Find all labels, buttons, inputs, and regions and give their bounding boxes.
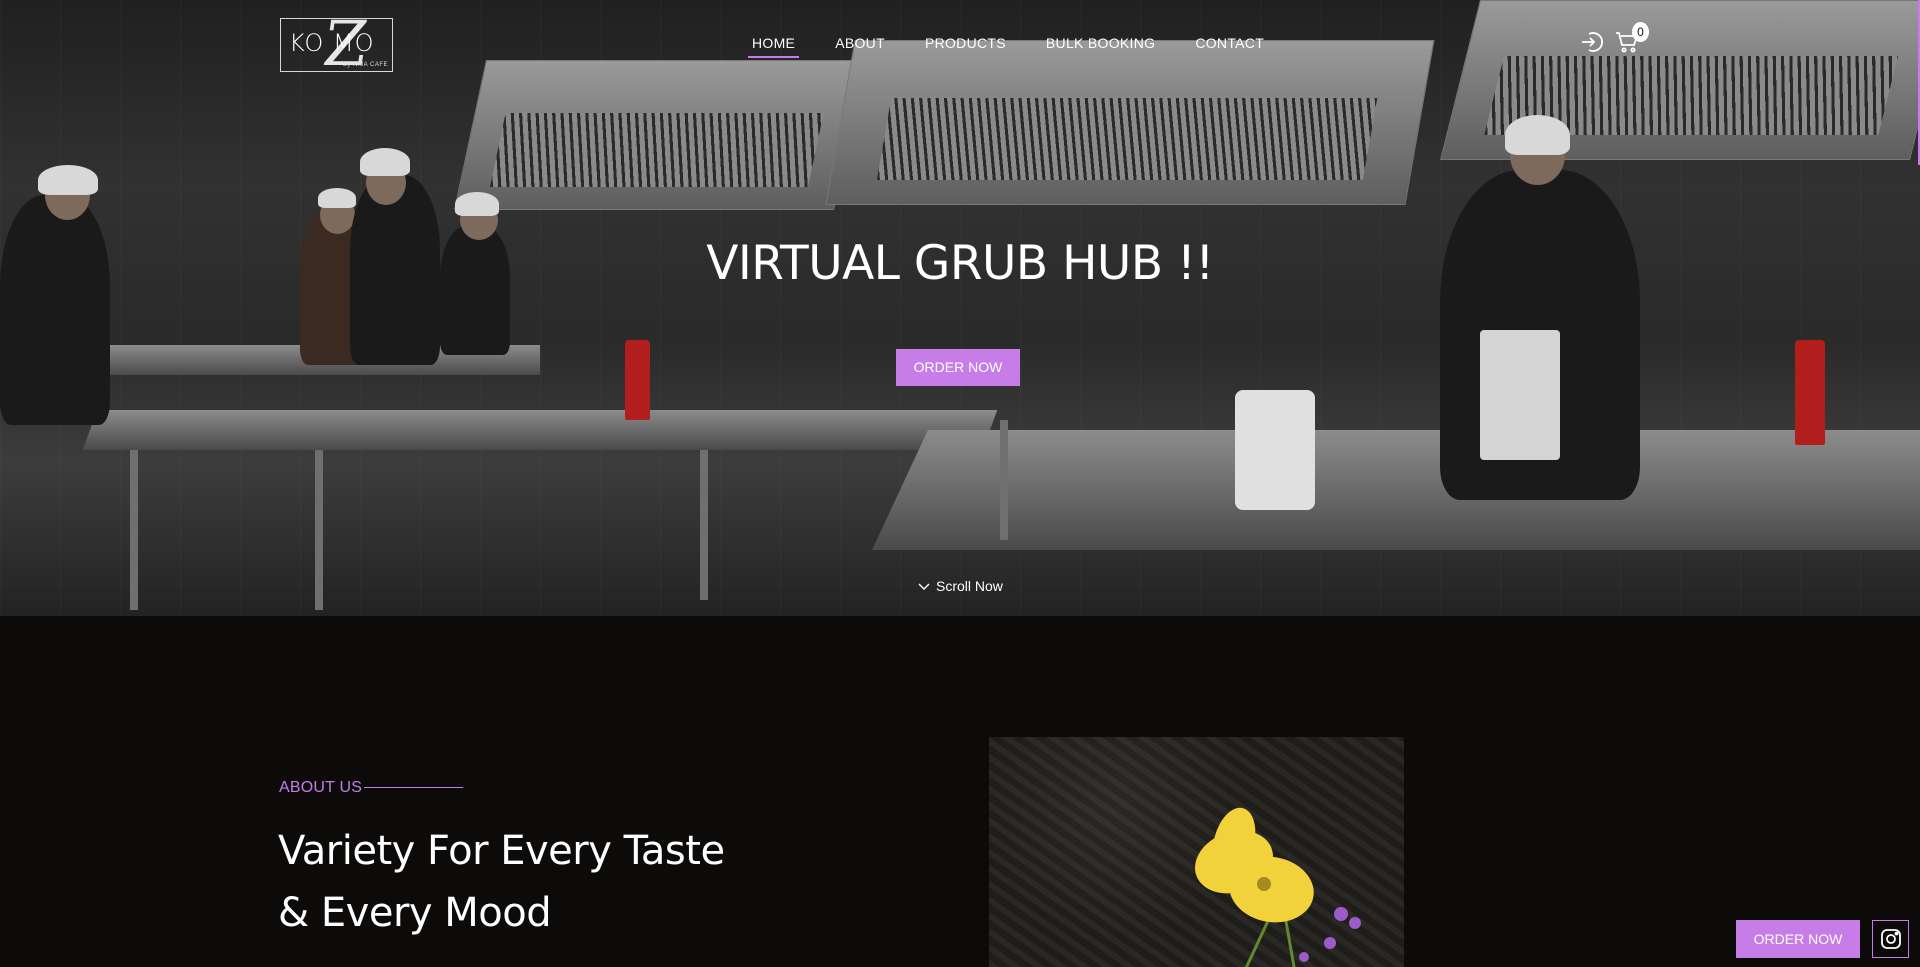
scroll-now-label: Scroll Now xyxy=(936,578,1003,594)
about-kicker: ABOUT US xyxy=(279,779,363,796)
main-nav: HOME ABOUT PRODUCTS BULK BOOKING CONTACT xyxy=(747,35,1264,58)
brand-logo[interactable]: Z KO MO By NIJA CAFE xyxy=(280,7,393,80)
about-title: Variety For Every Taste & Every Mood xyxy=(278,828,725,936)
logo-subtitle: By NIJA CAFE xyxy=(342,62,388,68)
hero-section: Z KO MO By NIJA CAFE HOME ABOUT PRODUCTS… xyxy=(0,0,1920,616)
kitchen-hood-left xyxy=(454,60,866,210)
kitchen-hood-center xyxy=(825,40,1435,205)
floating-order-now-button[interactable]: ORDER NOW xyxy=(1736,920,1860,958)
chevron-down-icon xyxy=(918,578,930,594)
logo-text: KO MO xyxy=(289,29,375,57)
kitchen-counter-left xyxy=(82,410,998,450)
nav-item-bulk-booking[interactable]: BULK BOOKING xyxy=(1046,35,1155,57)
about-kicker-divider xyxy=(364,787,463,788)
login-icon[interactable] xyxy=(1580,30,1604,54)
nav-item-about[interactable]: ABOUT xyxy=(835,35,885,57)
instagram-icon[interactable] xyxy=(1872,920,1909,958)
nav-item-home[interactable]: HOME xyxy=(747,35,800,58)
scroll-now-link[interactable]: Scroll Now xyxy=(918,578,1003,594)
kitchen-counter-right xyxy=(872,430,1920,550)
about-flower-image xyxy=(989,737,1404,967)
hero-title: VIRTUAL GRUB HUB !! xyxy=(706,236,1214,291)
cart-count-badge: 0 xyxy=(1632,22,1649,42)
nav-item-contact[interactable]: CONTACT xyxy=(1195,35,1264,57)
hero-order-now-button[interactable]: ORDER NOW xyxy=(896,349,1020,386)
nav-item-products[interactable]: PRODUCTS xyxy=(925,35,1006,57)
